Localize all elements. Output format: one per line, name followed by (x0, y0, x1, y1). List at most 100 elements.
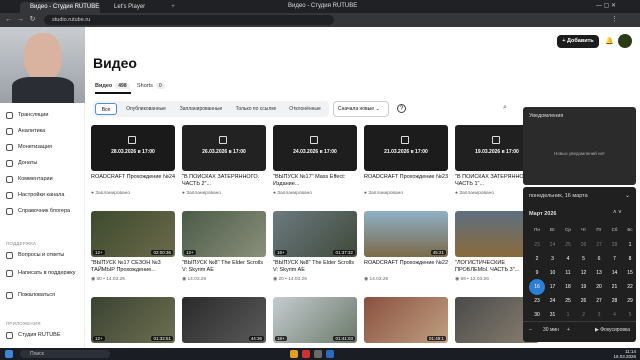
video-thumbnail[interactable]: 12+ 02:00:36 (91, 211, 175, 257)
calendar-day[interactable]: 1 (560, 307, 576, 323)
video-card[interactable]: 26.03.2026 в 17:00 "В ПОИСКАХ ЗАТЕРЯННОГ… (182, 125, 266, 196)
calendar-day[interactable]: 5 (622, 307, 638, 323)
video-title[interactable]: ROADCRAFT Прохождение №22 (364, 260, 448, 274)
tab-studio[interactable]: Видео - Студия RUTUBE (20, 2, 100, 13)
start-icon[interactable] (5, 350, 13, 358)
video-title[interactable]: "ВЫПУСК №17 СЕЗОН №3 ТАЙМЫР Прохождение.… (91, 260, 175, 274)
back-icon[interactable]: ← (4, 15, 13, 24)
focus-plus-button[interactable]: + (567, 327, 570, 333)
menu-icon[interactable]: ⋮ (610, 15, 619, 24)
sidebar-item-write-support[interactable]: Написать в поддержку (6, 269, 76, 285)
sidebar-item-label: Вопросы и ответы (18, 252, 65, 258)
subtab-label: Видео (95, 83, 113, 89)
browser-tab-bar: Видео - Студия RUTUBE Let's Player + Вид… (0, 0, 640, 13)
age-badge: 18+ (275, 336, 287, 341)
filter-all[interactable]: Все (95, 103, 117, 115)
calendar-day[interactable]: 30 (529, 307, 545, 323)
sidebar-item-analytics[interactable]: Аналитика (6, 127, 45, 136)
video-card[interactable]: 44:36 (182, 297, 266, 343)
sidebar-item-comments[interactable]: Комментарии (6, 175, 53, 184)
sort-label: Сначала новые (338, 106, 375, 112)
calendar-day[interactable]: 2 (576, 307, 592, 323)
collapse-icon[interactable]: ⌄ (625, 192, 630, 199)
sidebar: Трансляции Аналитика Монетизация Донаты … (0, 103, 85, 348)
video-thumbnail[interactable]: 16+ 01:37:32 (273, 211, 357, 257)
video-card[interactable]: 28.03.2026 в 17:00 ROADCRAFT Прохождение… (91, 125, 175, 196)
video-thumbnail[interactable]: 26.03.2026 в 17:00 (182, 125, 266, 171)
sidebar-item-faq[interactable]: Вопросы и ответы (6, 251, 64, 260)
video-thumbnail[interactable]: 28.03.2026 в 17:00 (91, 125, 175, 171)
calendar-icon (492, 136, 500, 144)
video-thumbnail[interactable]: 01:49:1 (364, 297, 448, 343)
subtab-shorts[interactable]: Shorts 0 (137, 83, 165, 89)
video-card[interactable]: 12+ 01:32:51 (91, 297, 175, 343)
search-icon[interactable]: ⌕ (503, 104, 512, 113)
app-icon[interactable] (314, 350, 322, 358)
calendar-day[interactable]: 4 (607, 307, 623, 323)
video-thumbnail[interactable]: 12+ 01:32:51 (91, 297, 175, 343)
calendar-day[interactable]: 31 (545, 307, 561, 323)
tab-label: Видео - Студия RUTUBE (30, 4, 100, 10)
taskbar-search[interactable]: Поиск (20, 350, 110, 358)
video-thumbnail[interactable]: 18+ 01:41:03 (273, 297, 357, 343)
sidebar-item-streams[interactable]: Трансляции (6, 111, 48, 120)
app-icon[interactable] (326, 350, 334, 358)
sidebar-item-guide[interactable]: Справочник блогера (6, 207, 70, 216)
sidebar-item-donations[interactable]: Донаты (6, 159, 37, 168)
video-card[interactable]: 12+ 02:00:36 "ВЫПУСК №17 СЕЗОН №3 ТАЙМЫР … (91, 211, 175, 282)
focus-button[interactable]: ▶ Фокусировка (595, 327, 630, 333)
forward-icon[interactable]: → (16, 15, 25, 24)
new-tab-icon[interactable]: + (168, 2, 178, 13)
avatar[interactable] (618, 34, 632, 48)
video-title[interactable]: "В ПОИСКАХ ЗАТЕРЯННОГО. ЧАСТЬ 2"... (182, 174, 266, 188)
video-thumbnail[interactable]: 21.03.2026 в 17:00 (364, 125, 448, 171)
bell-icon[interactable]: 🔔 (605, 37, 614, 46)
age-badge: 12+ (93, 250, 105, 255)
help-icon[interactable]: ? (397, 104, 406, 113)
sidebar-item-report[interactable]: Пожаловаться (6, 291, 55, 300)
mail-icon (6, 270, 13, 277)
add-button[interactable]: + Добавить (557, 35, 599, 48)
calendar-month: Март 2026 (529, 211, 557, 217)
comment-icon (6, 176, 13, 183)
video-thumbnail[interactable]: 45:21 (364, 211, 448, 257)
sidebar-item-studio-app[interactable]: Студия RUTUBE (6, 331, 61, 340)
video-card[interactable]: 21.03.2026 в 17:00 ROADCRAFT Прохождение… (364, 125, 448, 196)
video-card[interactable]: 24.03.2026 в 17:00 "ВЫПУСК №17" Mass Eff… (273, 125, 357, 196)
video-thumbnail[interactable]: 12+ (182, 211, 266, 257)
browser-icon[interactable] (302, 350, 310, 358)
month-nav-icon[interactable]: ˄ ˅ (613, 210, 622, 216)
video-stats: ◉ 50 • 14.03.26 (91, 277, 125, 282)
video-thumbnail[interactable]: 24.03.2026 в 17:00 (273, 125, 357, 171)
tab-lets-player[interactable]: Let's Player (104, 2, 164, 13)
focus-minus-button[interactable]: – (529, 327, 532, 333)
sidebar-item-channel-settings[interactable]: Настройки канала (6, 191, 64, 200)
calendar-day[interactable]: 3 (591, 307, 607, 323)
video-thumbnail[interactable]: 44:36 (182, 297, 266, 343)
video-title[interactable]: "ВЫПУСК №17" Mass Effect: Издание... (273, 174, 357, 188)
video-card[interactable]: 45:21 ROADCRAFT Прохождение №22 ◉ 14.03.… (364, 211, 448, 282)
filter-published[interactable]: Опубликованные (121, 103, 171, 115)
video-title[interactable]: ROADCRAFT Прохождение №24 (91, 174, 175, 188)
video-card[interactable]: 12+ "ВЫПУСК №8" The Elder Scrolls V: Sky… (182, 211, 266, 282)
window-controls-icon[interactable]: — ▢ ✕ (596, 2, 616, 9)
video-title[interactable]: ROADCRAFT Прохождение №23 (364, 174, 448, 188)
filter-link-only[interactable]: Только по ссылке (231, 103, 281, 115)
filter-rejected[interactable]: Отклонённые (283, 103, 327, 115)
sidebar-item-monetization[interactable]: Монетизация (6, 143, 52, 152)
video-card[interactable]: 16+ 01:37:32 "ВЫПУСК №8" The Elder Scroll… (273, 211, 357, 282)
video-card[interactable]: 01:49:1 (364, 297, 448, 343)
scheduled-date: 26.03.2026 в 17:00 (202, 149, 246, 155)
video-card[interactable]: 18+ 01:41:03 (273, 297, 357, 343)
sidebar-item-label: Комментарии (18, 176, 53, 182)
file-explorer-icon[interactable] (290, 350, 298, 358)
video-title[interactable]: "ВЫПУСК №8" The Elder Scrolls V: Skyrim … (273, 260, 357, 274)
video-status: ● Запланировано (182, 191, 222, 196)
calendar-icon (401, 136, 409, 144)
sort-select[interactable]: Сначала новые ⌄ (333, 101, 389, 117)
filter-scheduled[interactable]: Запланированные (175, 103, 227, 115)
subtab-videos[interactable]: Видео 498 (95, 83, 130, 89)
address-input[interactable]: studio.rutube.ru (44, 15, 334, 25)
video-title[interactable]: "ВЫПУСК №8" The Elder Scrolls V: Skyrim … (182, 260, 266, 274)
reload-icon[interactable]: ↻ (28, 15, 37, 24)
